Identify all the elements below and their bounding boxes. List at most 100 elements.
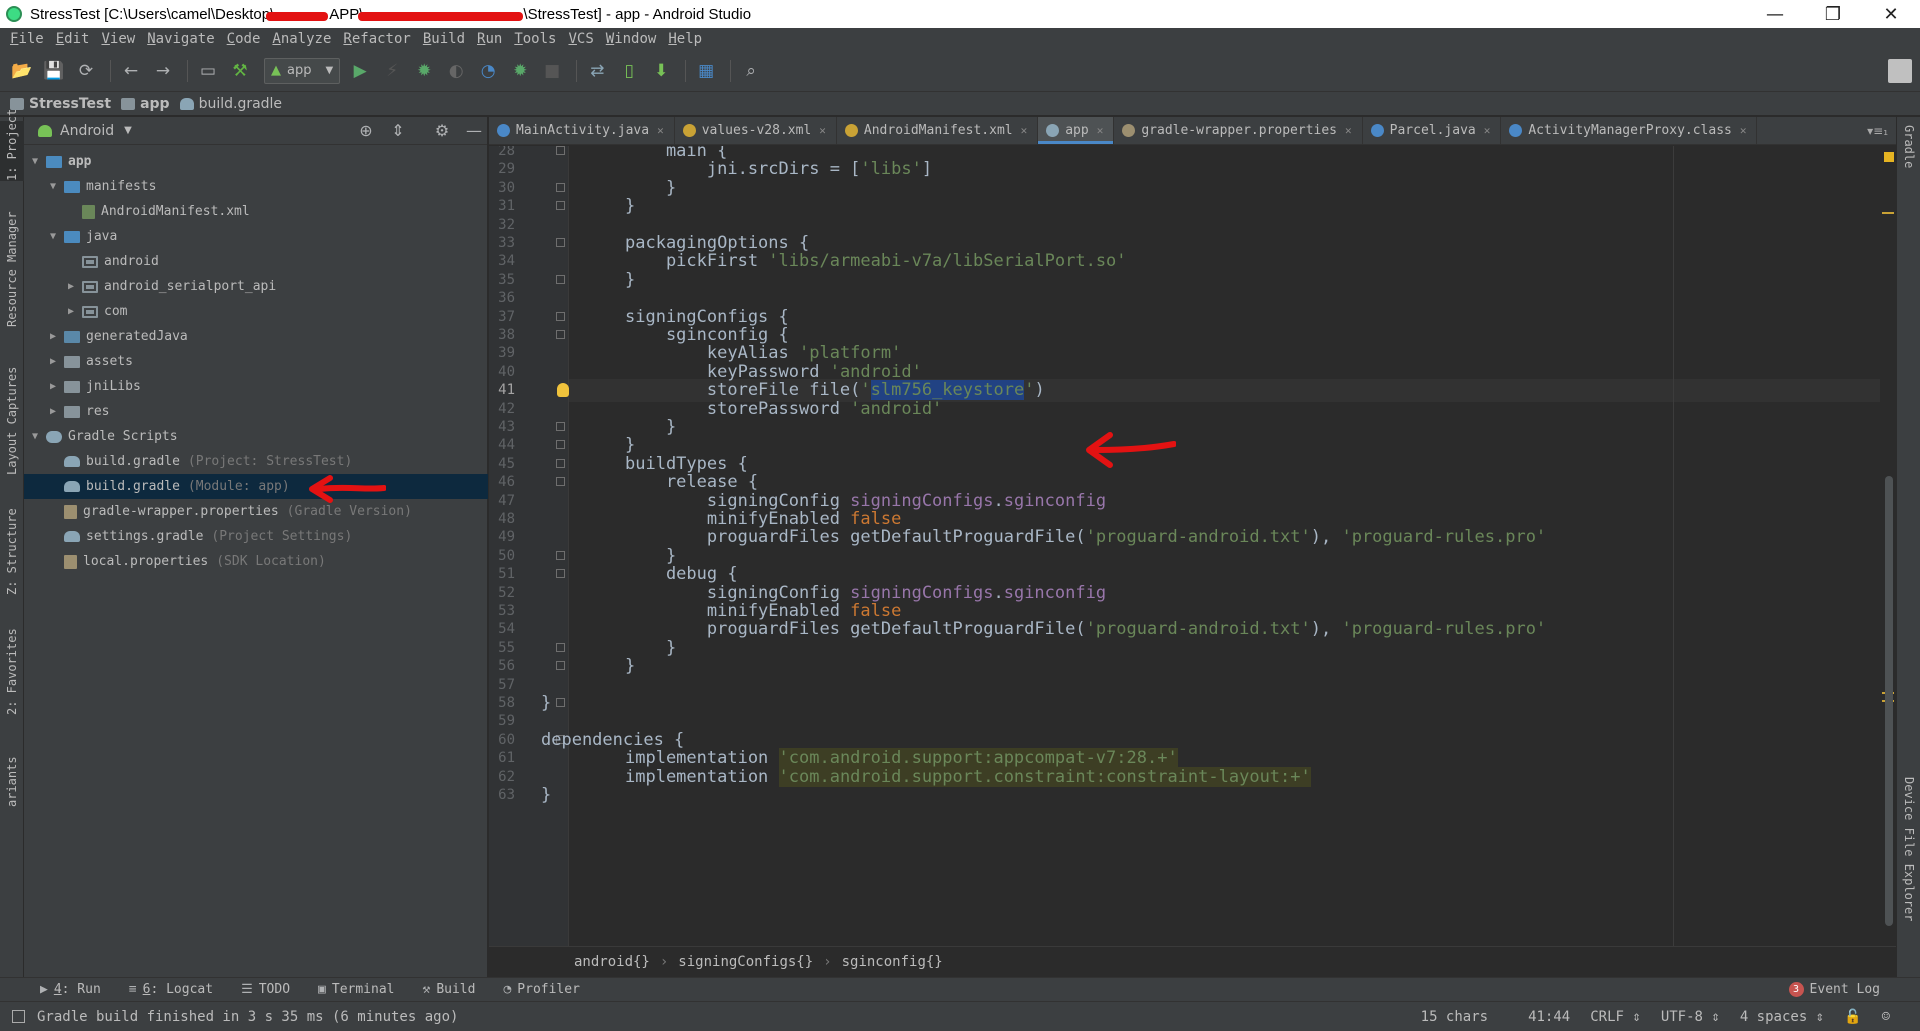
- collapse-arrow-icon[interactable]: ▶: [64, 306, 78, 317]
- fold-marker-icon[interactable]: [556, 274, 565, 284]
- menu-run[interactable]: Run: [471, 31, 508, 47]
- bottom-tab[interactable]: ◔ Profiler: [503, 982, 579, 997]
- editor-tab[interactable]: MainActivity.java ✕: [489, 117, 675, 144]
- back-icon[interactable]: ←: [117, 57, 145, 85]
- tool-tab-project[interactable]: 1: Project: [0, 109, 24, 181]
- coverage-icon[interactable]: ✹: [506, 57, 534, 85]
- fold-marker-icon[interactable]: [556, 477, 565, 487]
- fold-marker-icon[interactable]: [556, 182, 565, 192]
- editor-tab[interactable]: app ✕: [1038, 117, 1115, 144]
- run-configuration-selector[interactable]: ▲ app ▼: [264, 57, 341, 84]
- tree-item[interactable]: ▼ Gradle Scripts: [24, 424, 488, 449]
- breadcrumb-project[interactable]: StressTest: [10, 96, 111, 112]
- menu-code[interactable]: Code: [221, 31, 267, 47]
- menu-refactor[interactable]: Refactor: [337, 31, 416, 47]
- encoding-selector[interactable]: UTF-8 ⇕: [1661, 1009, 1720, 1025]
- tree-item[interactable]: ▶ jniLibs: [24, 374, 488, 399]
- tool-tab-favorites[interactable]: 2: Favorites: [0, 628, 24, 715]
- tree-item[interactable]: ▶ android_serialport_api: [24, 274, 488, 299]
- sync-icon[interactable]: ⟳: [72, 57, 100, 85]
- tree-item[interactable]: AndroidManifest.xml: [24, 199, 488, 224]
- collapse-arrow-icon[interactable]: ▶: [64, 281, 78, 292]
- restore-button[interactable]: ❐: [1804, 0, 1862, 28]
- menu-navigate[interactable]: Navigate: [141, 31, 220, 47]
- lock-icon[interactable]: 🔓: [1844, 1009, 1861, 1025]
- gradle-sync-icon[interactable]: ⇄: [583, 57, 611, 85]
- select-window-icon[interactable]: ▭: [194, 57, 222, 85]
- caret-position[interactable]: 41:44: [1528, 1009, 1570, 1025]
- tool-tab-build-variants[interactable]: ariants: [0, 756, 24, 807]
- code-line[interactable]: }: [541, 784, 551, 807]
- fold-marker-icon[interactable]: [556, 146, 565, 155]
- fold-marker-icon[interactable]: [556, 642, 565, 652]
- tree-item[interactable]: build.gradle (Module: app): [24, 474, 488, 499]
- menu-window[interactable]: Window: [600, 31, 663, 47]
- tree-item[interactable]: ▶ generatedJava: [24, 324, 488, 349]
- code-line[interactable]: }: [541, 692, 551, 715]
- tool-tab-resource-manager[interactable]: Resource Manager: [0, 211, 24, 327]
- bottom-tab[interactable]: ☰ TODO: [241, 982, 290, 997]
- tree-item[interactable]: ▶ res: [24, 399, 488, 424]
- attach-debugger-icon[interactable]: ◐: [442, 57, 470, 85]
- apply-changes-icon[interactable]: ⚡: [378, 57, 406, 85]
- analysis-status-icon[interactable]: [1884, 152, 1894, 162]
- menu-vcs[interactable]: VCS: [562, 31, 599, 47]
- fold-marker-icon[interactable]: [556, 311, 565, 321]
- menu-help[interactable]: Help: [662, 31, 708, 47]
- close-button[interactable]: ✕: [1862, 0, 1920, 28]
- menu-analyze[interactable]: Analyze: [266, 31, 337, 47]
- fold-marker-icon[interactable]: [556, 330, 565, 339]
- error-stripe-marker[interactable]: [1882, 212, 1894, 214]
- editor-crumb-android[interactable]: android{}: [574, 954, 650, 970]
- breadcrumb-module[interactable]: app: [121, 96, 170, 112]
- editor-crumb-sginconfig[interactable]: sginconfig{}: [842, 954, 943, 970]
- fold-marker-icon[interactable]: [556, 422, 565, 431]
- collapse-arrow-icon[interactable]: ▶: [46, 406, 60, 417]
- close-tab-icon[interactable]: ✕: [657, 124, 664, 137]
- tree-item[interactable]: settings.gradle (Project Settings): [24, 524, 488, 549]
- tool-tab-device-file-explorer[interactable]: Device File Explorer: [1897, 777, 1920, 927]
- gear-icon[interactable]: ⚙: [429, 121, 455, 140]
- fold-marker-icon[interactable]: [556, 550, 565, 560]
- close-tab-icon[interactable]: ✕: [1740, 124, 1747, 137]
- tool-tab-gradle[interactable]: Gradle: [1897, 125, 1920, 185]
- close-tab-icon[interactable]: ✕: [1021, 124, 1028, 137]
- bottom-tab[interactable]: ⚒ Build: [423, 982, 476, 997]
- make-project-icon[interactable]: ⚒: [226, 57, 254, 85]
- tree-item[interactable]: gradle-wrapper.properties (Gradle Version…: [24, 499, 488, 524]
- user-avatar-icon[interactable]: [1888, 59, 1912, 83]
- tree-item[interactable]: ▼ java: [24, 224, 488, 249]
- code-line[interactable]: }: [625, 269, 635, 292]
- sdk-manager-icon[interactable]: ⬇: [647, 57, 675, 85]
- close-tab-icon[interactable]: ✕: [1484, 124, 1491, 137]
- code-line[interactable]: proguardFiles getDefaultProguardFile('pr…: [625, 526, 1546, 549]
- toggle-tool-windows-icon[interactable]: [12, 1010, 25, 1023]
- code-line[interactable]: pickFirst 'libs/armeabi-v7a/libSerialPor…: [625, 250, 1127, 273]
- intention-bulb-icon[interactable]: [557, 383, 569, 398]
- scrollbar-thumb[interactable]: [1885, 476, 1893, 926]
- expand-arrow-icon[interactable]: ▼: [46, 231, 60, 242]
- menu-build[interactable]: Build: [417, 31, 471, 47]
- bottom-tab[interactable]: ≡ 6: Logcat: [129, 982, 213, 997]
- bottom-tab[interactable]: ▣ Terminal: [318, 982, 394, 997]
- tree-item[interactable]: ▶ com: [24, 299, 488, 324]
- collapse-arrow-icon[interactable]: ▶: [46, 331, 60, 342]
- code-line[interactable]: proguardFiles getDefaultProguardFile('pr…: [625, 618, 1546, 641]
- tree-item[interactable]: ▼ app: [24, 149, 488, 174]
- close-tab-icon[interactable]: ✕: [819, 124, 826, 137]
- editor-crumb-signingconfigs[interactable]: signingConfigs{}: [678, 954, 813, 970]
- collapse-arrow-icon[interactable]: ▶: [46, 381, 60, 392]
- collapse-arrow-icon[interactable]: ▶: [46, 356, 60, 367]
- editor-tab[interactable]: Parcel.java ✕: [1363, 117, 1502, 144]
- stop-icon[interactable]: ■: [538, 57, 566, 85]
- fold-marker-icon[interactable]: [556, 440, 565, 450]
- hide-panel-icon[interactable]: —: [461, 121, 487, 140]
- tree-item[interactable]: ▶ assets: [24, 349, 488, 374]
- avd-manager-icon[interactable]: ▯: [615, 57, 643, 85]
- menu-view[interactable]: View: [95, 31, 141, 47]
- expand-arrow-icon[interactable]: ▼: [28, 156, 42, 167]
- fold-marker-icon[interactable]: [556, 698, 565, 707]
- status-message[interactable]: Gradle build finished in 3 s 35 ms (6 mi…: [37, 1009, 458, 1025]
- code-editor[interactable]: 28 29 30 31 32 33 34 35 36 37 38 39 40 41 42 43 44 45 46 47…: [489, 146, 1896, 946]
- editor-scrollbar[interactable]: [1880, 146, 1896, 946]
